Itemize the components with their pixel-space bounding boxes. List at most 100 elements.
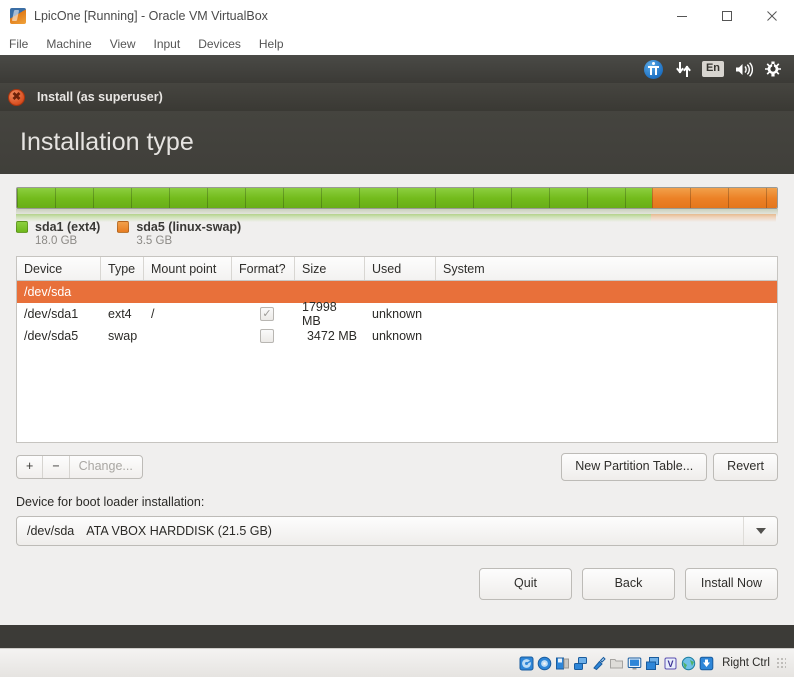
installer-title-bar: ✖ Install (as superuser) [0,83,794,111]
column-header-system[interactable]: System [436,257,777,280]
change-partition-button[interactable]: Change... [70,456,142,479]
floppy-drive-icon[interactable] [554,655,571,672]
install-now-button[interactable]: Install Now [685,568,778,600]
table-header-row: Device Type Mount point Format? Size Use… [17,257,777,281]
page-title: Installation type [20,128,194,156]
menu-devices[interactable]: Devices [198,35,250,53]
resize-grip[interactable] [776,657,786,669]
cell-format [232,281,295,303]
maximize-icon[interactable] [704,0,749,32]
chevron-down-icon[interactable] [743,517,777,545]
minimize-icon[interactable] [659,0,704,32]
vbox-menu-bar: File Machine View Input Devices Help [0,32,794,55]
legend-label: sda1 (ext4) [35,220,101,234]
installer-window: ✖ Install (as superuser) Installation ty… [0,83,794,625]
column-header-used[interactable]: Used [365,257,436,280]
table-row[interactable]: /dev/sda5 swap 3472 MB unknown [17,325,777,347]
menu-input[interactable]: Input [154,35,190,53]
hard-disk-icon[interactable] [518,655,535,672]
partition-legend: sda1 (ext4) 18.0 GB sda5 (linux-swap) 3.… [16,220,778,247]
table-row[interactable]: /dev/sda [17,281,777,303]
legend-size: 3.5 GB [136,235,173,247]
svg-text:V: V [668,659,674,669]
cell-system [436,281,777,303]
column-header-device[interactable]: Device [17,257,101,280]
accessibility-icon[interactable] [638,55,668,83]
partition-table-actions: New Partition Table... Revert [561,453,778,481]
partition-bar-reflection [16,209,778,222]
partition-usage-bar [16,187,778,209]
optical-drive-icon[interactable] [536,655,553,672]
menu-machine[interactable]: Machine [46,35,100,53]
revert-button[interactable]: Revert [713,453,778,481]
legend-swatch-icon [16,221,28,233]
network-adapter-icon[interactable] [572,655,589,672]
keyboard-layout-label: En [701,61,725,77]
host-key-label: Right Ctrl [722,657,770,669]
menu-help[interactable]: Help [259,35,293,53]
screen: LpicOne [Running] - Oracle VM VirtualBox… [0,0,794,677]
cell-system [436,325,777,347]
vbox-window-title: LpicOne [Running] - Oracle VM VirtualBox [34,9,268,23]
mouse-capture-icon[interactable] [698,655,715,672]
new-partition-table-button[interactable]: New Partition Table... [561,453,708,481]
boot-loader-device-name: /dev/sda [27,524,75,538]
cell-device: /dev/sda1 [24,307,79,321]
cell-size: 17998 MB [302,300,337,328]
partition-table[interactable]: Device Type Mount point Format? Size Use… [16,256,778,443]
back-button[interactable]: Back [582,568,675,600]
cell-system [436,303,777,325]
menu-file[interactable]: File [9,35,37,53]
quit-button[interactable]: Quit [479,568,572,600]
installer-content: sda1 (ext4) 18.0 GB sda5 (linux-swap) 3.… [0,174,794,625]
close-icon[interactable]: ✖ [8,88,25,106]
cell-used: unknown [372,307,423,321]
volume-icon[interactable] [728,55,758,83]
cell-type: swap [108,329,138,343]
boot-loader-device-description: ATA VBOX HARDDISK (21.5 GB) [86,524,272,538]
cell-mount-point: / [151,307,155,321]
system-settings-gear-icon[interactable] [758,55,788,83]
virtualbox-icon [10,8,26,24]
cell-format: ✓ [232,303,295,325]
legend-label: sda5 (linux-swap) [136,220,242,234]
remove-partition-button[interactable]: − [43,455,70,479]
cell-used [365,281,436,303]
installer-footer-buttons: Quit Back Install Now [16,568,778,600]
format-checkbox[interactable] [260,329,274,343]
guest-additions-icon[interactable]: V [662,655,679,672]
column-header-mount-point[interactable]: Mount point [144,257,232,280]
column-header-type[interactable]: Type [101,257,144,280]
cell-device: /dev/sda5 [24,329,79,343]
installer-header: Installation type [0,111,794,174]
column-header-format[interactable]: Format? [232,257,295,280]
video-capture-icon[interactable] [644,655,661,672]
table-row[interactable]: /dev/sda1 ext4 / ✓ 17998 MB unknown [17,300,777,328]
menu-view[interactable]: View [110,35,145,53]
keyboard-layout-indicator[interactable]: En [698,55,728,83]
cell-format [232,325,295,347]
legend-size: 18.0 GB [35,235,78,247]
shared-folders-icon[interactable] [608,655,625,672]
usb-icon[interactable] [590,655,607,672]
guest-desktop-strip [0,625,794,648]
display-icon[interactable] [626,655,643,672]
add-partition-button[interactable]: + [17,455,44,479]
legend-item-sda1: sda1 (ext4) 18.0 GB [16,220,100,247]
window-controls [659,0,794,32]
network-icon[interactable] [668,55,698,83]
close-icon[interactable] [749,0,794,32]
boot-loader-device-select[interactable]: /dev/sda ATA VBOX HARDDISK (21.5 GB) [16,516,778,546]
cell-mount-point [144,325,232,347]
cell-type [101,281,144,303]
column-header-size[interactable]: Size [295,257,365,280]
cell-type: ext4 [108,307,132,321]
vbox-status-bar: V Right Ctrl [0,648,794,677]
partition-segment-sda5 [651,188,777,208]
legend-swatch-icon [117,221,130,233]
boot-loader-device-value: /dev/sda ATA VBOX HARDDISK (21.5 GB) [27,524,272,538]
remote-desktop-icon[interactable] [680,655,697,672]
cell-mount-point [144,281,232,303]
format-checkbox[interactable]: ✓ [260,307,274,321]
cell-device: /dev/sda [24,285,72,299]
